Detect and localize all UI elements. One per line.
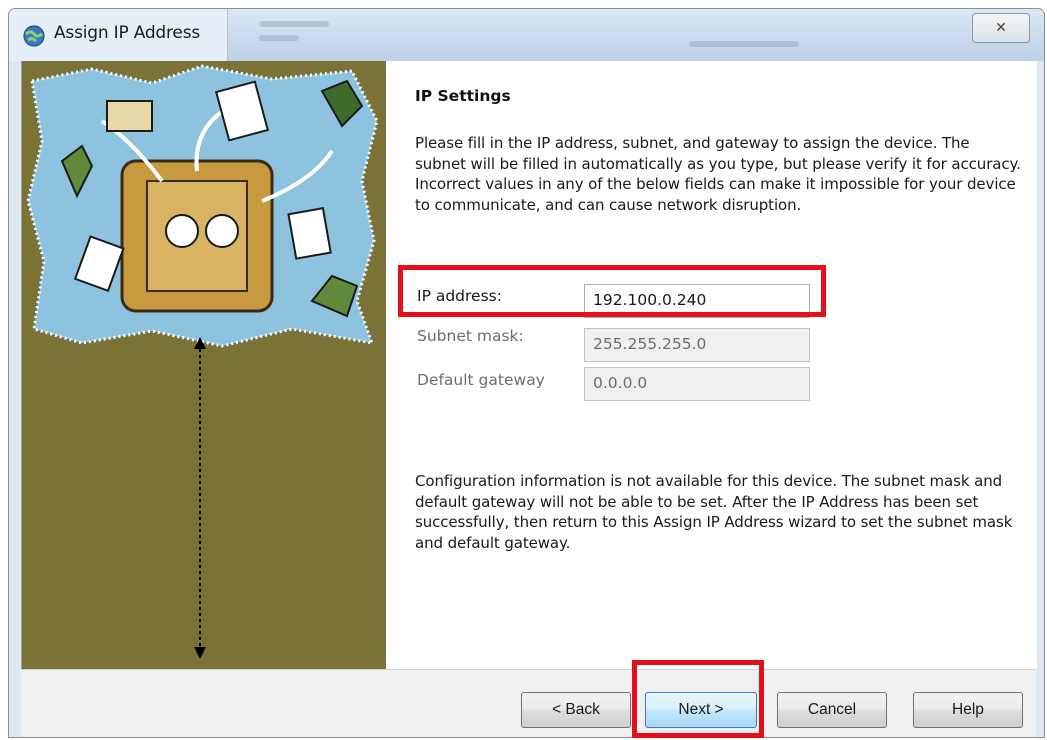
page-heading: IP Settings [415,87,511,105]
network-illustration [26,64,379,348]
subnet-mask-input[interactable]: 255.255.255.0 [584,328,810,362]
configuration-note: Configuration information is not availab… [415,472,1013,552]
default-gateway-input[interactable]: 0.0.0.0 [584,367,810,401]
subnet-mask-label: Subnet mask: [417,327,524,345]
globe-network-icon [23,25,45,47]
cancel-button[interactable]: Cancel [777,692,887,728]
default-gateway-label: Default gateway [417,371,545,389]
window-title: Assign IP Address [54,23,201,43]
close-icon: ✕ [995,20,1007,36]
side-panel [22,61,386,669]
ip-address-highlight-box [398,265,826,317]
background-window-blur [239,17,939,53]
description-text: Please fill in the IP address, subnet, a… [415,134,1021,214]
back-button[interactable]: < Back [521,692,631,728]
title-bar[interactable]: Assign IP Address ✕ [9,9,1044,61]
ip-settings-panel: IP Settings Please fill in the IP addres… [412,61,1032,669]
vertical-double-arrow-icon [194,337,206,659]
wizard-content: IP Settings Please fill in the IP addres… [21,61,1037,669]
dialog-window: Assign IP Address ✕ IP Settings Please f… [8,8,1045,738]
close-button[interactable]: ✕ [972,13,1030,43]
button-bar: < Back Next > Cancel Help [21,669,1036,737]
help-button[interactable]: Help [913,692,1023,728]
title-tab: Assign IP Address [9,9,228,61]
next-button-highlight-box [632,660,764,738]
